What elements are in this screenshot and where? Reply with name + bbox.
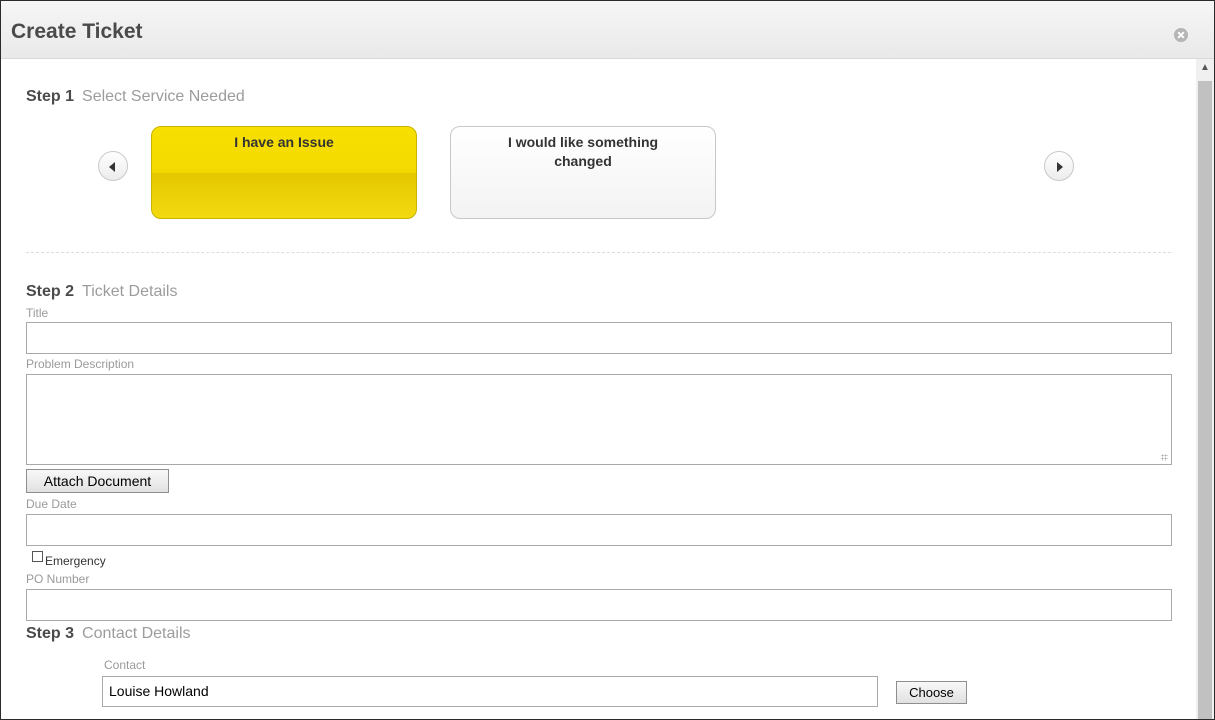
create-ticket-dialog: Create Ticket ▲ Step 1 Select Service Nee… xyxy=(0,0,1215,720)
step2-heading: Step 2 Ticket Details xyxy=(26,283,177,301)
scroll-up-icon[interactable]: ▲ xyxy=(1196,59,1214,77)
contact-label: Contact xyxy=(104,658,146,672)
due-date-label: Due Date xyxy=(26,497,77,511)
step2-number: Step 2 xyxy=(26,283,75,300)
po-number-input[interactable] xyxy=(26,589,1172,621)
title-label: Title xyxy=(26,306,49,320)
step1-name: Select Service Needed xyxy=(82,88,245,105)
attach-document-button[interactable]: Attach Document xyxy=(26,469,169,493)
service-card-issue[interactable]: I have an Issue xyxy=(151,126,417,219)
contact-value: Louise Howland xyxy=(109,683,209,699)
step3-number: Step 3 xyxy=(26,625,75,642)
service-card-label: I would like something changed xyxy=(507,134,659,169)
section-divider xyxy=(26,252,1171,253)
choose-contact-button[interactable]: Choose xyxy=(896,681,967,704)
resize-grip-icon[interactable] xyxy=(1161,454,1168,461)
arrow-right-icon[interactable] xyxy=(1044,151,1074,181)
problem-description-textarea[interactable] xyxy=(26,374,1172,465)
emergency-checkbox[interactable] xyxy=(32,551,43,562)
step3-heading: Step 3 Contact Details xyxy=(26,625,191,643)
problem-description-label: Problem Description xyxy=(26,357,135,371)
title-input[interactable] xyxy=(26,322,1172,354)
po-number-label: PO Number xyxy=(26,572,90,586)
step1-number: Step 1 xyxy=(26,88,75,105)
arrow-left-icon[interactable] xyxy=(98,151,128,181)
vertical-scrollbar[interactable]: ▲ xyxy=(1196,59,1214,719)
due-date-input[interactable] xyxy=(26,514,1172,546)
step1-heading: Step 1 Select Service Needed xyxy=(26,88,245,106)
emergency-label: Emergency xyxy=(45,554,106,568)
step3-name: Contact Details xyxy=(82,625,191,642)
step2-name: Ticket Details xyxy=(82,283,178,300)
dialog-titlebar: Create Ticket xyxy=(1,1,1214,59)
dialog-title: Create Ticket xyxy=(11,20,143,43)
service-card-label: I have an Issue xyxy=(234,134,334,150)
close-icon[interactable] xyxy=(1174,28,1188,42)
service-card-change[interactable]: I would like something changed xyxy=(450,126,716,219)
scroll-thumb[interactable] xyxy=(1198,81,1212,719)
contact-input[interactable]: Louise Howland xyxy=(102,676,878,707)
